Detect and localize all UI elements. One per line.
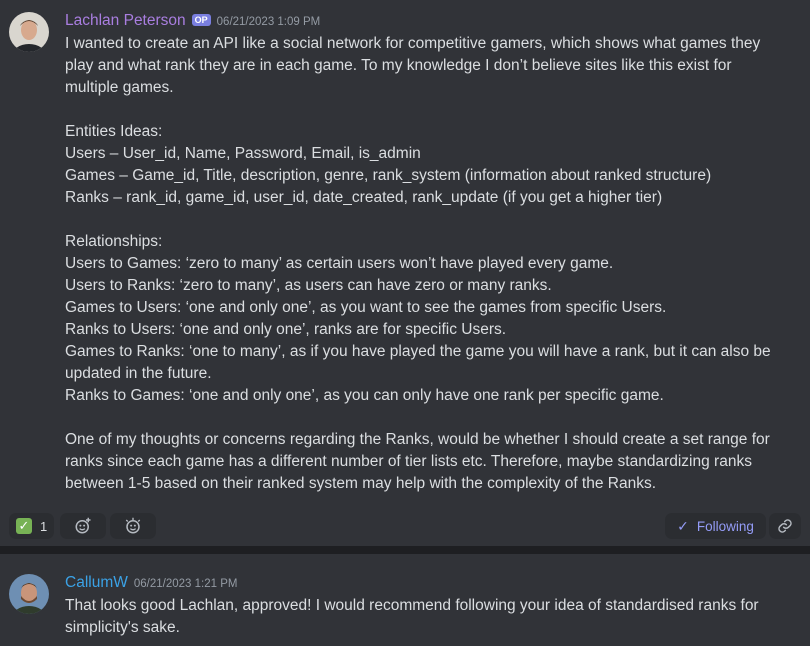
- message-line: simplicity's sake.: [65, 619, 180, 636]
- reaction-bar: ✓ 1 ✓ Following: [0, 513, 810, 540]
- message-line: Ranks to Games: ‘one and only one’, as y…: [65, 387, 664, 404]
- message-header: CallumW 06/21/2023 1:21 PM: [65, 574, 237, 592]
- message-line: Ranks to Users: ‘one and only one’, rank…: [65, 321, 507, 338]
- following-button[interactable]: ✓ Following: [665, 513, 766, 539]
- message-line: [65, 99, 795, 121]
- avatar-callumw[interactable]: [9, 574, 49, 614]
- op-badge: OP: [191, 14, 211, 26]
- message-line: Users – User_id, Name, Password, Email, …: [65, 145, 421, 162]
- message-line: between 1-5 based on their ranked system…: [65, 475, 657, 492]
- avatar-lachlan[interactable]: [9, 12, 49, 52]
- add-reaction-button[interactable]: [60, 513, 106, 539]
- thread-divider: [0, 546, 810, 554]
- message-line: updated in the future.: [65, 365, 212, 382]
- message-line: ranks since each game has a different nu…: [65, 453, 752, 470]
- message-header: Lachlan Peterson OP 06/21/2023 1:09 PM: [65, 12, 320, 30]
- add-super-reaction-button[interactable]: [110, 513, 156, 539]
- author-name[interactable]: Lachlan Peterson: [65, 12, 186, 30]
- reaction-check[interactable]: ✓ 1: [9, 513, 54, 539]
- message-line: Games to Ranks: ‘one to many’, as if you…: [65, 343, 771, 360]
- message-line: play and what rank they are in each game…: [65, 57, 732, 74]
- reaction-count: 1: [40, 518, 48, 534]
- thread-view: Lachlan Peterson OP 06/21/2023 1:09 PM I…: [0, 0, 810, 646]
- timestamp: 06/21/2023 1:21 PM: [133, 578, 238, 590]
- smile-plus-icon: [75, 517, 91, 534]
- author-name[interactable]: CallumW: [65, 574, 128, 592]
- message-line: [65, 407, 795, 429]
- message-content: That looks good Lachlan, approved! I wou…: [65, 595, 795, 639]
- checkmark-icon: ✓: [677, 517, 689, 534]
- following-label: Following: [696, 518, 754, 534]
- message-line: Users to Games: ‘zero to many’ as certai…: [65, 255, 614, 272]
- message-line: Entities Ideas:: [65, 123, 163, 140]
- message-line: That looks good Lachlan, approved! I wou…: [65, 597, 759, 614]
- message-line: Games to Users: ‘one and only one’, as y…: [65, 299, 667, 316]
- message-line: [65, 209, 795, 231]
- message-content: I wanted to create an API like a social …: [65, 33, 795, 495]
- copy-link-button[interactable]: [769, 513, 801, 539]
- message-line: Users to Ranks: ‘zero to many’, as users…: [65, 277, 552, 294]
- super-reaction-icon: [125, 517, 141, 534]
- message-line: multiple games.: [65, 79, 174, 96]
- message-line: One of my thoughts or concerns regarding…: [65, 431, 770, 448]
- message-line: I wanted to create an API like a social …: [65, 35, 761, 52]
- message-line: Ranks – rank_id, game_id, user_id, date_…: [65, 189, 663, 206]
- message-line: Games – Game_id, Title, description, gen…: [65, 167, 712, 184]
- link-icon: [778, 519, 792, 533]
- check-mark-emoji-icon: ✓: [16, 518, 32, 534]
- timestamp: 06/21/2023 1:09 PM: [216, 16, 321, 28]
- message-line: Relationships:: [65, 233, 163, 250]
